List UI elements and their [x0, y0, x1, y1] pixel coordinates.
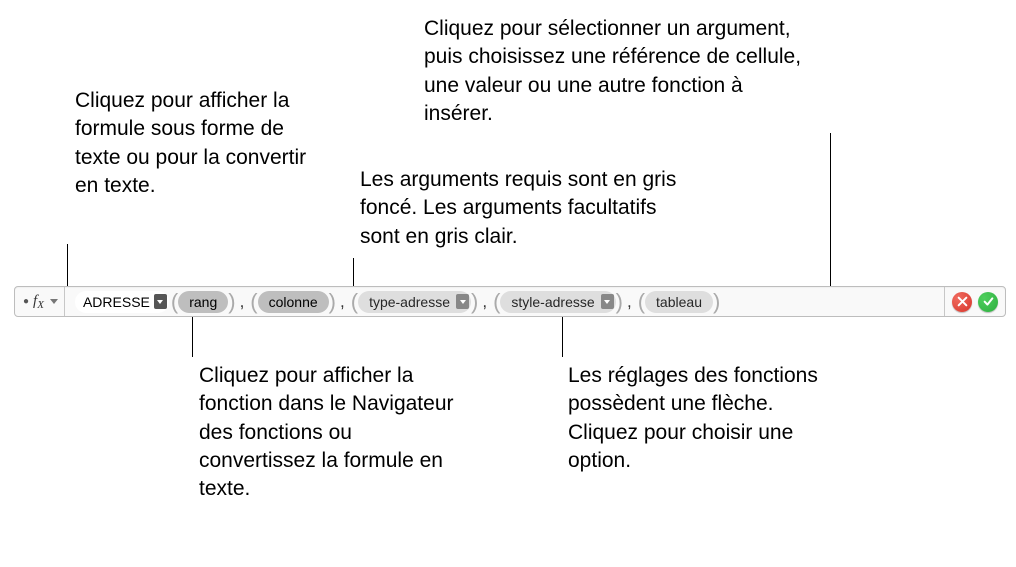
check-icon: [983, 296, 994, 307]
comma: ,: [240, 292, 245, 312]
callout-arg-shading: Les arguments requis sont en gris foncé.…: [360, 166, 680, 251]
close-paren: ): [471, 291, 478, 313]
fx-menu-button[interactable]: ● fX: [15, 287, 65, 316]
close-paren: ): [228, 291, 235, 313]
comma: ,: [340, 292, 345, 312]
fx-label: fX: [33, 293, 44, 310]
formula-actions: [944, 287, 1005, 316]
bullet-icon: ●: [23, 297, 29, 307]
callout-line: [353, 258, 354, 289]
open-paren: (: [638, 291, 645, 313]
open-paren: (: [351, 291, 358, 313]
function-token[interactable]: ADRESSE: [75, 291, 169, 313]
comma: ,: [627, 292, 632, 312]
chevron-down-icon: [50, 299, 58, 304]
close-paren: ): [329, 291, 336, 313]
cancel-button[interactable]: [952, 292, 972, 312]
arg-dropdown-icon[interactable]: [456, 294, 469, 309]
open-paren: (: [171, 291, 178, 313]
callout-arg-select: Cliquez pour sélectionner un argument, p…: [424, 15, 804, 128]
callout-func-browser: Cliquez pour afficher la fonction dans l…: [199, 362, 469, 504]
callout-fx-menu: Cliquez pour afficher la formule sous fo…: [75, 87, 335, 200]
close-paren: ): [713, 291, 720, 313]
arg-tableau[interactable]: tableau: [645, 291, 713, 313]
close-paren: ): [616, 291, 623, 313]
callout-arrow-settings: Les réglages des fonctions possèdent une…: [568, 362, 848, 475]
open-paren: (: [493, 291, 500, 313]
function-name: ADRESSE: [83, 294, 150, 310]
formula-content[interactable]: ADRESSE ( rang ) , ( colonne ) , ( type-…: [65, 287, 944, 316]
arg-colonne[interactable]: colonne: [258, 291, 329, 313]
callout-line: [562, 317, 563, 357]
callout-line: [830, 133, 831, 289]
function-dropdown-icon[interactable]: [154, 294, 167, 309]
cross-icon: [957, 296, 968, 307]
comma: ,: [482, 292, 487, 312]
arg-type-adresse[interactable]: type-adresse: [358, 291, 471, 313]
arg-dropdown-icon[interactable]: [601, 294, 614, 309]
callout-line: [67, 244, 68, 289]
arg-style-adresse[interactable]: style-adresse: [500, 291, 615, 313]
callout-line: [192, 317, 193, 357]
open-paren: (: [250, 291, 257, 313]
arg-type-adresse-label: type-adresse: [369, 294, 450, 310]
formula-bar: ● fX ADRESSE ( rang ) , ( colonne ) , ( …: [14, 286, 1006, 317]
confirm-button[interactable]: [978, 292, 998, 312]
arg-rang[interactable]: rang: [178, 291, 228, 313]
arg-style-adresse-label: style-adresse: [511, 294, 594, 310]
